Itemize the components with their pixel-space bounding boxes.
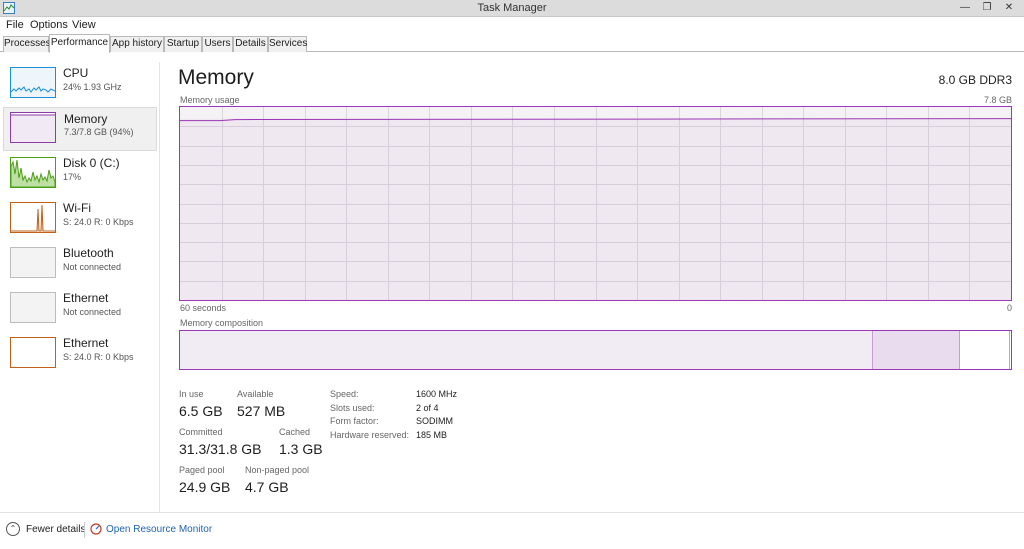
form-factor-value: SODIMM xyxy=(416,416,453,426)
cached-value: 1.3 GB xyxy=(279,441,323,457)
resource-monitor-icon xyxy=(90,523,102,535)
tab-startup[interactable]: Startup xyxy=(164,36,202,52)
window-title: Task Manager xyxy=(477,2,547,14)
menu-bar: File Options View xyxy=(0,17,1024,34)
footer-bar: ⌃ Fewer details Open Resource Monitor xyxy=(0,512,1024,549)
sidebar-cpu-name: CPU xyxy=(63,66,89,80)
cpu-thumbnail-graph xyxy=(10,67,56,98)
committed-value: 31.3/31.8 GB xyxy=(179,441,262,457)
memory-usage-max: 7.8 GB xyxy=(983,95,1012,105)
sidebar-bluetooth-status: Not connected xyxy=(63,262,122,272)
menu-view[interactable]: View xyxy=(72,19,96,31)
menu-options[interactable]: Options xyxy=(30,19,68,31)
memory-composition-label: Memory composition xyxy=(180,318,264,328)
hardware-reserved-label: Hardware reserved: xyxy=(330,430,410,440)
disk-thumbnail-graph xyxy=(10,157,56,188)
page-title: Memory xyxy=(178,66,254,89)
sidebar-wifi-name: Wi-Fi xyxy=(63,201,91,215)
sidebar-item-cpu[interactable]: CPU 24% 1.93 GHz xyxy=(3,62,157,106)
title-bar[interactable]: Task Manager — ❐ ✕ xyxy=(0,0,1024,17)
task-manager-window: Task Manager — ❐ ✕ File Options View Pro… xyxy=(0,0,1024,549)
committed-label: Committed xyxy=(179,427,223,437)
tab-app-history[interactable]: App history xyxy=(110,36,164,52)
sidebar-bluetooth-name: Bluetooth xyxy=(63,246,114,260)
minimize-icon[interactable]: — xyxy=(956,1,974,15)
form-factor-label: Form factor: xyxy=(330,416,379,426)
memory-usage-graph xyxy=(179,106,1012,301)
available-label: Available xyxy=(237,389,274,399)
sidebar-item-ethernet-1[interactable]: Ethernet Not connected xyxy=(3,287,157,331)
sidebar-ethernet-2-throughput: S: 24.0 R: 0 Kbps xyxy=(63,352,134,362)
tab-users[interactable]: Users xyxy=(202,36,233,52)
fewer-details-button[interactable]: Fewer details xyxy=(26,524,85,535)
chevron-up-icon[interactable]: ⌃ xyxy=(6,522,20,536)
slots-used-label: Slots used: xyxy=(330,403,375,413)
speed-label: Speed: xyxy=(330,389,359,399)
sidebar-memory-usage: 7.3/7.8 GB (94%) xyxy=(64,127,134,137)
sidebar-item-memory[interactable]: Memory 7.3/7.8 GB (94%) xyxy=(3,107,157,151)
memory-usage-area xyxy=(180,118,1011,300)
sidebar-item-wifi[interactable]: Wi-Fi S: 24.0 R: 0 Kbps xyxy=(3,197,157,241)
paged-pool-label: Paged pool xyxy=(179,465,225,475)
sidebar-item-bluetooth[interactable]: Bluetooth Not connected xyxy=(3,242,157,286)
tab-bar: Processes Performance App history Startu… xyxy=(0,34,1024,53)
non-paged-pool-value: 4.7 GB xyxy=(245,479,289,495)
tab-details[interactable]: Details xyxy=(233,36,268,52)
tab-processes[interactable]: Processes xyxy=(3,36,51,52)
slots-used-value: 2 of 4 xyxy=(416,403,439,413)
composition-standby-segment xyxy=(960,331,1010,369)
sidebar-cpu-usage: 24% 1.93 GHz xyxy=(63,82,122,92)
menu-file[interactable]: File xyxy=(6,19,24,31)
sidebar-memory-name: Memory xyxy=(64,112,108,126)
tab-performance[interactable]: Performance xyxy=(49,34,110,53)
ethernet-1-thumbnail-graph xyxy=(10,292,56,323)
time-axis-end: 0 xyxy=(1006,303,1012,313)
time-axis-start: 60 seconds xyxy=(180,303,227,313)
memory-thumbnail-graph xyxy=(10,112,56,143)
close-icon[interactable]: ✕ xyxy=(1000,1,1018,15)
resource-sidebar: CPU 24% 1.93 GHz Memory 7.3/7.8 GB (94%)… xyxy=(0,62,160,512)
open-resource-monitor-link[interactable]: Open Resource Monitor xyxy=(106,524,212,535)
sidebar-wifi-throughput: S: 24.0 R: 0 Kbps xyxy=(63,217,134,227)
footer-divider xyxy=(84,522,85,538)
speed-value: 1600 MHz xyxy=(416,389,458,399)
sidebar-ethernet-1-name: Ethernet xyxy=(63,291,109,305)
sidebar-disk-name: Disk 0 (C:) xyxy=(63,156,120,170)
cached-label: Cached xyxy=(279,427,311,437)
tab-services[interactable]: Services xyxy=(268,36,307,52)
restore-icon[interactable]: ❐ xyxy=(978,1,996,15)
in-use-value: 6.5 GB xyxy=(179,403,223,419)
sidebar-ethernet-2-name: Ethernet xyxy=(63,336,109,350)
wifi-thumbnail-graph xyxy=(10,202,56,233)
composition-modified-segment xyxy=(873,331,960,369)
memory-spec: 8.0 GB DDR3 xyxy=(938,73,1012,87)
sidebar-ethernet-1-status: Not connected xyxy=(63,307,122,317)
non-paged-pool-label: Non-paged pool xyxy=(245,465,310,475)
hardware-reserved-value: 185 MB xyxy=(416,430,448,440)
in-use-label: In use xyxy=(179,389,204,399)
sidebar-disk-usage: 17% xyxy=(63,172,82,182)
available-value: 527 MB xyxy=(237,403,286,419)
bluetooth-thumbnail-graph xyxy=(10,247,56,278)
composition-in-use-segment xyxy=(180,331,873,369)
memory-usage-plot xyxy=(180,107,1012,300)
memory-usage-label: Memory usage xyxy=(180,95,240,105)
sidebar-item-ethernet-2[interactable]: Ethernet S: 24.0 R: 0 Kbps xyxy=(3,332,157,376)
sidebar-item-disk[interactable]: Disk 0 (C:) 17% xyxy=(3,152,157,196)
ethernet-2-thumbnail-graph xyxy=(10,337,56,368)
memory-composition-bar xyxy=(179,330,1012,370)
paged-pool-value: 24.9 GB xyxy=(179,479,231,495)
